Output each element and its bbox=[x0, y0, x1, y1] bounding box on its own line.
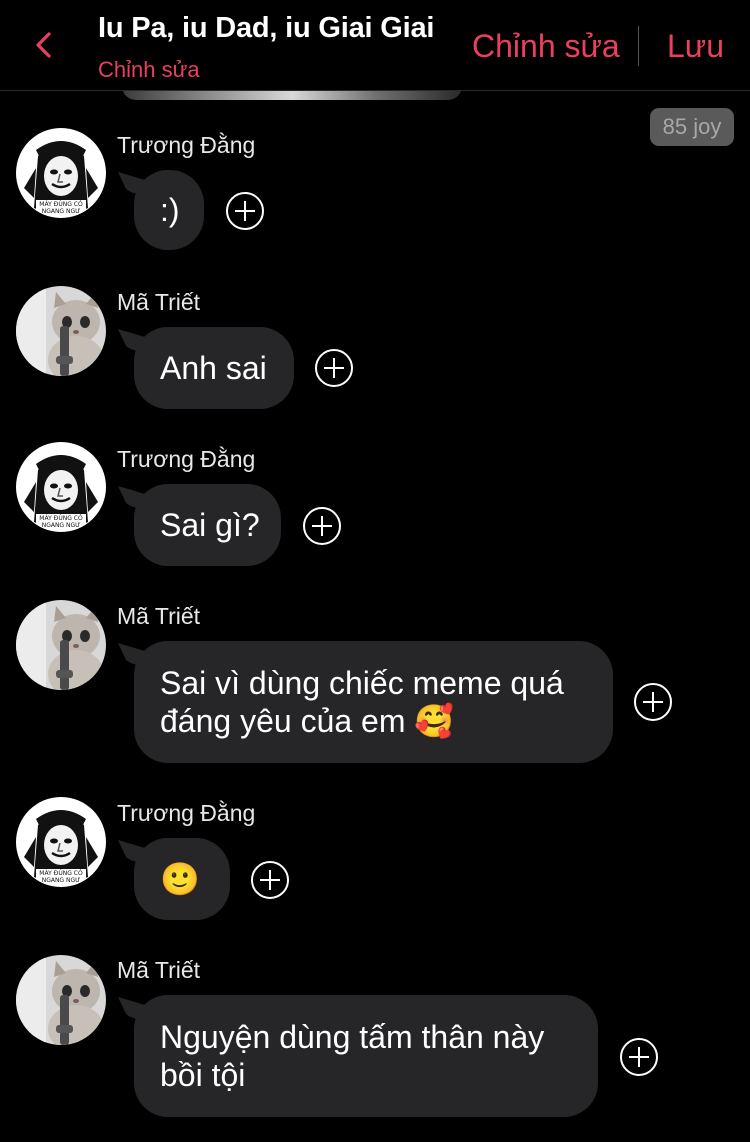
add-reaction-icon[interactable] bbox=[315, 349, 353, 387]
svg-text:MÀY ĐÙNG CÓ: MÀY ĐÙNG CÓ bbox=[39, 201, 83, 208]
meme-face-icon: MÀY ĐÙNG CÓ NGANG NGƯ bbox=[16, 797, 106, 887]
meme-face-avatar[interactable]: MÀY ĐÙNG CÓ NGANG NGƯ bbox=[16, 797, 106, 887]
message-text: 🙂 bbox=[160, 861, 200, 897]
cat-avatar[interactable] bbox=[16, 955, 106, 1045]
cat-icon bbox=[16, 286, 106, 376]
add-reaction-icon[interactable] bbox=[226, 192, 264, 230]
header-divider bbox=[638, 26, 639, 66]
chat-title[interactable]: Iu Pa, iu Dad, iu Giai Giai bbox=[98, 12, 434, 45]
message-text: Sai gì? bbox=[160, 507, 260, 543]
add-reaction-icon[interactable] bbox=[620, 1038, 658, 1076]
cat-avatar[interactable] bbox=[16, 600, 106, 690]
joy-badge: 85 joy bbox=[650, 108, 734, 146]
back-button[interactable] bbox=[30, 30, 60, 60]
sender-name: Trương Đằng bbox=[117, 800, 256, 826]
add-reaction-icon[interactable] bbox=[303, 507, 341, 545]
meme-face-avatar[interactable]: MÀY ĐÙNG CÓ NGANG NGƯ bbox=[16, 442, 106, 532]
meme-face-icon: MÀY ĐÙNG CÓ NGANG NGƯ bbox=[16, 128, 106, 218]
svg-text:NGANG NGƯ: NGANG NGƯ bbox=[42, 522, 81, 529]
save-button[interactable]: Lưu bbox=[667, 28, 724, 65]
message-text: Anh sai bbox=[160, 350, 267, 386]
meme-face-icon: MÀY ĐÙNG CÓ NGANG NGƯ bbox=[16, 442, 106, 532]
message-bubble[interactable]: Nguyện dùng tấm thân này bồi tội bbox=[134, 995, 598, 1117]
chat-header: Iu Pa, iu Dad, iu Giai Giai Chỉnh sửa Ch… bbox=[0, 0, 750, 91]
sender-name: Trương Đằng bbox=[117, 132, 256, 158]
sender-name: Mã Triết bbox=[117, 603, 201, 629]
svg-text:NGANG NGƯ: NGANG NGƯ bbox=[42, 877, 81, 884]
svg-text:MÀY ĐÙNG CÓ: MÀY ĐÙNG CÓ bbox=[39, 515, 83, 522]
message-text: :) bbox=[160, 192, 180, 228]
sender-name: Mã Triết bbox=[117, 289, 201, 315]
svg-text:MÀY ĐÙNG CÓ: MÀY ĐÙNG CÓ bbox=[39, 870, 83, 877]
add-reaction-icon[interactable] bbox=[634, 683, 672, 721]
meme-face-avatar[interactable]: MÀY ĐÙNG CÓ NGANG NGƯ bbox=[16, 128, 106, 218]
svg-text:NGANG NGƯ: NGANG NGƯ bbox=[42, 208, 81, 215]
message-text: Nguyện dùng tấm thân này bồi tội bbox=[160, 1019, 545, 1093]
add-reaction-icon[interactable] bbox=[251, 861, 289, 899]
sender-name: Trương Đằng bbox=[117, 446, 256, 472]
chevron-left-icon bbox=[36, 32, 51, 58]
message-bubble[interactable]: :) bbox=[134, 170, 204, 250]
message-bubble[interactable]: Anh sai bbox=[134, 327, 294, 409]
message-bubble[interactable]: Sai vì dùng chiếc meme quá đáng yêu của … bbox=[134, 641, 613, 763]
cat-icon bbox=[16, 600, 106, 690]
chat-subtitle[interactable]: Chỉnh sửa bbox=[98, 57, 200, 83]
edit-button[interactable]: Chỉnh sửa bbox=[472, 28, 620, 65]
sender-name: Mã Triết bbox=[117, 957, 201, 983]
message-bubble[interactable]: 🙂 bbox=[134, 838, 230, 920]
message-text: Sai vì dùng chiếc meme quá đáng yêu của … bbox=[160, 665, 564, 739]
message-bubble[interactable]: Sai gì? bbox=[134, 484, 281, 566]
cat-avatar[interactable] bbox=[16, 286, 106, 376]
cat-icon bbox=[16, 955, 106, 1045]
